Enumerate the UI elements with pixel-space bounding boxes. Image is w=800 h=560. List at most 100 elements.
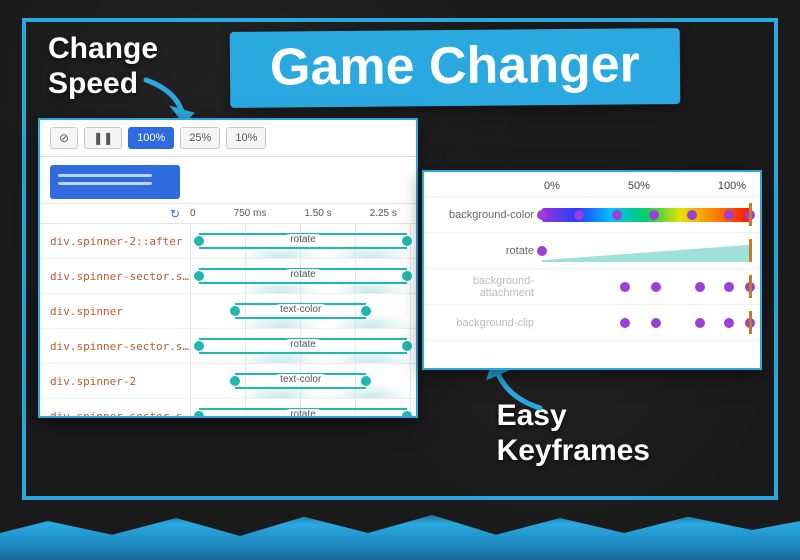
keyframe-track[interactable] xyxy=(542,269,750,304)
keyframe-row[interactable]: background-clip xyxy=(424,305,760,341)
speed-25-button[interactable]: 25% xyxy=(180,127,220,149)
replay-button[interactable]: ↻ xyxy=(170,207,180,221)
keyframe-track[interactable] xyxy=(542,197,750,232)
animations-panel: ⊘ ❚❚ 100% 25% 10% ↻ 0 750 ms 1.50 s 2.25… xyxy=(38,118,418,418)
keyframe-handle[interactable] xyxy=(402,271,412,281)
callout-line: Change xyxy=(48,32,158,67)
keyframe-handle[interactable] xyxy=(402,236,412,246)
tick-label: 0 xyxy=(190,208,196,219)
keyframe-dot[interactable] xyxy=(695,282,705,292)
selector-label: div.spinner-2::after xyxy=(40,235,190,248)
keyframe-handle[interactable] xyxy=(194,271,204,281)
keyframe-handle[interactable] xyxy=(402,341,412,351)
animation-bar[interactable]: rotate xyxy=(199,338,407,354)
animation-bar[interactable]: text-color xyxy=(235,303,366,319)
timeline-track[interactable]: rotate xyxy=(190,399,416,418)
keyframe-dot[interactable] xyxy=(620,282,630,292)
clear-icon: ⊘ xyxy=(59,132,69,144)
keyframe-dot[interactable] xyxy=(695,318,705,328)
tick-label: 750 ms xyxy=(234,208,267,219)
keyframe-row[interactable]: background-attachment xyxy=(424,269,760,305)
keyframe-dot[interactable] xyxy=(537,210,547,220)
keyframe-handle[interactable] xyxy=(402,411,412,418)
gradient-preview xyxy=(542,208,750,222)
animation-row[interactable]: div.spinner-sector.spirotate xyxy=(40,399,416,418)
speed-10-button[interactable]: 10% xyxy=(226,127,266,149)
property-label: rotate xyxy=(284,339,322,350)
animation-bar[interactable]: rotate xyxy=(199,268,407,284)
keyframe-row[interactable]: background-color xyxy=(424,197,760,233)
clear-button[interactable]: ⊘ xyxy=(50,127,78,149)
selector-label: div.spinner xyxy=(40,305,190,318)
easing-wedge xyxy=(542,243,750,262)
selector-label: div.spinner-2 xyxy=(40,375,190,388)
pct-label: 0% xyxy=(544,180,560,192)
property-label: rotate xyxy=(284,269,322,280)
property-name: background-clip xyxy=(424,317,542,329)
title-text: Game Changer xyxy=(270,35,640,96)
end-marker xyxy=(749,203,752,226)
animation-bar[interactable]: rotate xyxy=(199,408,407,418)
tick-label: 1.50 s xyxy=(304,208,331,219)
property-label: text-color xyxy=(274,304,327,315)
keyframe-dot[interactable] xyxy=(724,282,734,292)
keyframe-handle[interactable] xyxy=(361,306,371,316)
selector-label: div.spinner-sector.spi xyxy=(40,270,190,283)
timeline-track[interactable]: rotate xyxy=(190,329,416,363)
timeline-track[interactable]: rotate xyxy=(190,224,416,258)
keyframe-dot[interactable] xyxy=(724,318,734,328)
keyframe-track[interactable] xyxy=(542,233,750,268)
keyframe-dot[interactable] xyxy=(620,318,630,328)
property-name: rotate xyxy=(424,245,542,257)
property-name: background-attachment xyxy=(424,275,542,299)
keyframe-handle[interactable] xyxy=(194,411,204,418)
keyframe-dot[interactable] xyxy=(537,246,547,256)
timeline-track[interactable]: text-color xyxy=(190,364,416,398)
keyframe-handle[interactable] xyxy=(194,236,204,246)
pct-label: 100% xyxy=(718,180,746,192)
pause-button[interactable]: ❚❚ xyxy=(84,127,122,149)
callout-line: Keyframes xyxy=(497,434,650,469)
animations-toolbar: ⊘ ❚❚ 100% 25% 10% xyxy=(40,120,416,157)
animation-row[interactable]: div.spinner-2 text-color xyxy=(40,364,416,399)
property-name: background-color xyxy=(424,209,542,221)
timeline-track[interactable]: text-color xyxy=(190,294,416,328)
keyframe-dot[interactable] xyxy=(649,210,659,220)
animation-group-thumbnail[interactable] xyxy=(50,165,180,199)
title-banner: Game Changer xyxy=(230,28,681,108)
keyframe-track[interactable] xyxy=(542,305,750,340)
animation-bar[interactable]: text-color xyxy=(235,373,366,389)
animation-row[interactable]: div.spinner-2::after rotate xyxy=(40,224,416,259)
animation-rows: div.spinner-2::afterrotatediv.spinner-se… xyxy=(40,224,416,418)
property-label: rotate xyxy=(284,234,322,245)
selector-label: div.spinner-sector.spi xyxy=(40,340,190,353)
keyframe-handle[interactable] xyxy=(230,376,240,386)
animation-row[interactable]: div.spinner-sector.spi rotate xyxy=(40,329,416,364)
speed-100-button[interactable]: 100% xyxy=(128,127,174,149)
keyframe-dot[interactable] xyxy=(651,318,661,328)
keyframe-handle[interactable] xyxy=(194,341,204,351)
timeline-ruler: ↻ 0 750 ms 1.50 s 2.25 s xyxy=(40,203,416,224)
timeline-track[interactable]: rotate xyxy=(190,259,416,293)
pct-label: 50% xyxy=(628,180,650,192)
property-label: text-color xyxy=(274,374,327,385)
keyframe-dot[interactable] xyxy=(651,282,661,292)
decorative-brush xyxy=(0,500,800,560)
pause-icon: ❚❚ xyxy=(93,132,113,144)
keyframes-ruler: 0% 50% 100% xyxy=(424,172,760,197)
keyframes-panel: 0% 50% 100% background-color rotate backgr… xyxy=(422,170,762,370)
keyframe-dot[interactable] xyxy=(724,210,734,220)
keyframe-dot[interactable] xyxy=(574,210,584,220)
animation-row[interactable]: div.spinner-sector.spi rotate xyxy=(40,259,416,294)
end-marker xyxy=(749,311,752,334)
end-marker xyxy=(749,275,752,298)
keyframe-row[interactable]: rotate xyxy=(424,233,760,269)
animation-bar[interactable]: rotate xyxy=(199,233,407,249)
keyframe-handle[interactable] xyxy=(230,306,240,316)
animation-row[interactable]: div.spinner text-color xyxy=(40,294,416,329)
keyframe-handle[interactable] xyxy=(361,376,371,386)
property-label: rotate xyxy=(284,409,322,418)
keyframe-dot[interactable] xyxy=(612,210,622,220)
end-marker xyxy=(749,239,752,262)
keyframe-dot[interactable] xyxy=(687,210,697,220)
